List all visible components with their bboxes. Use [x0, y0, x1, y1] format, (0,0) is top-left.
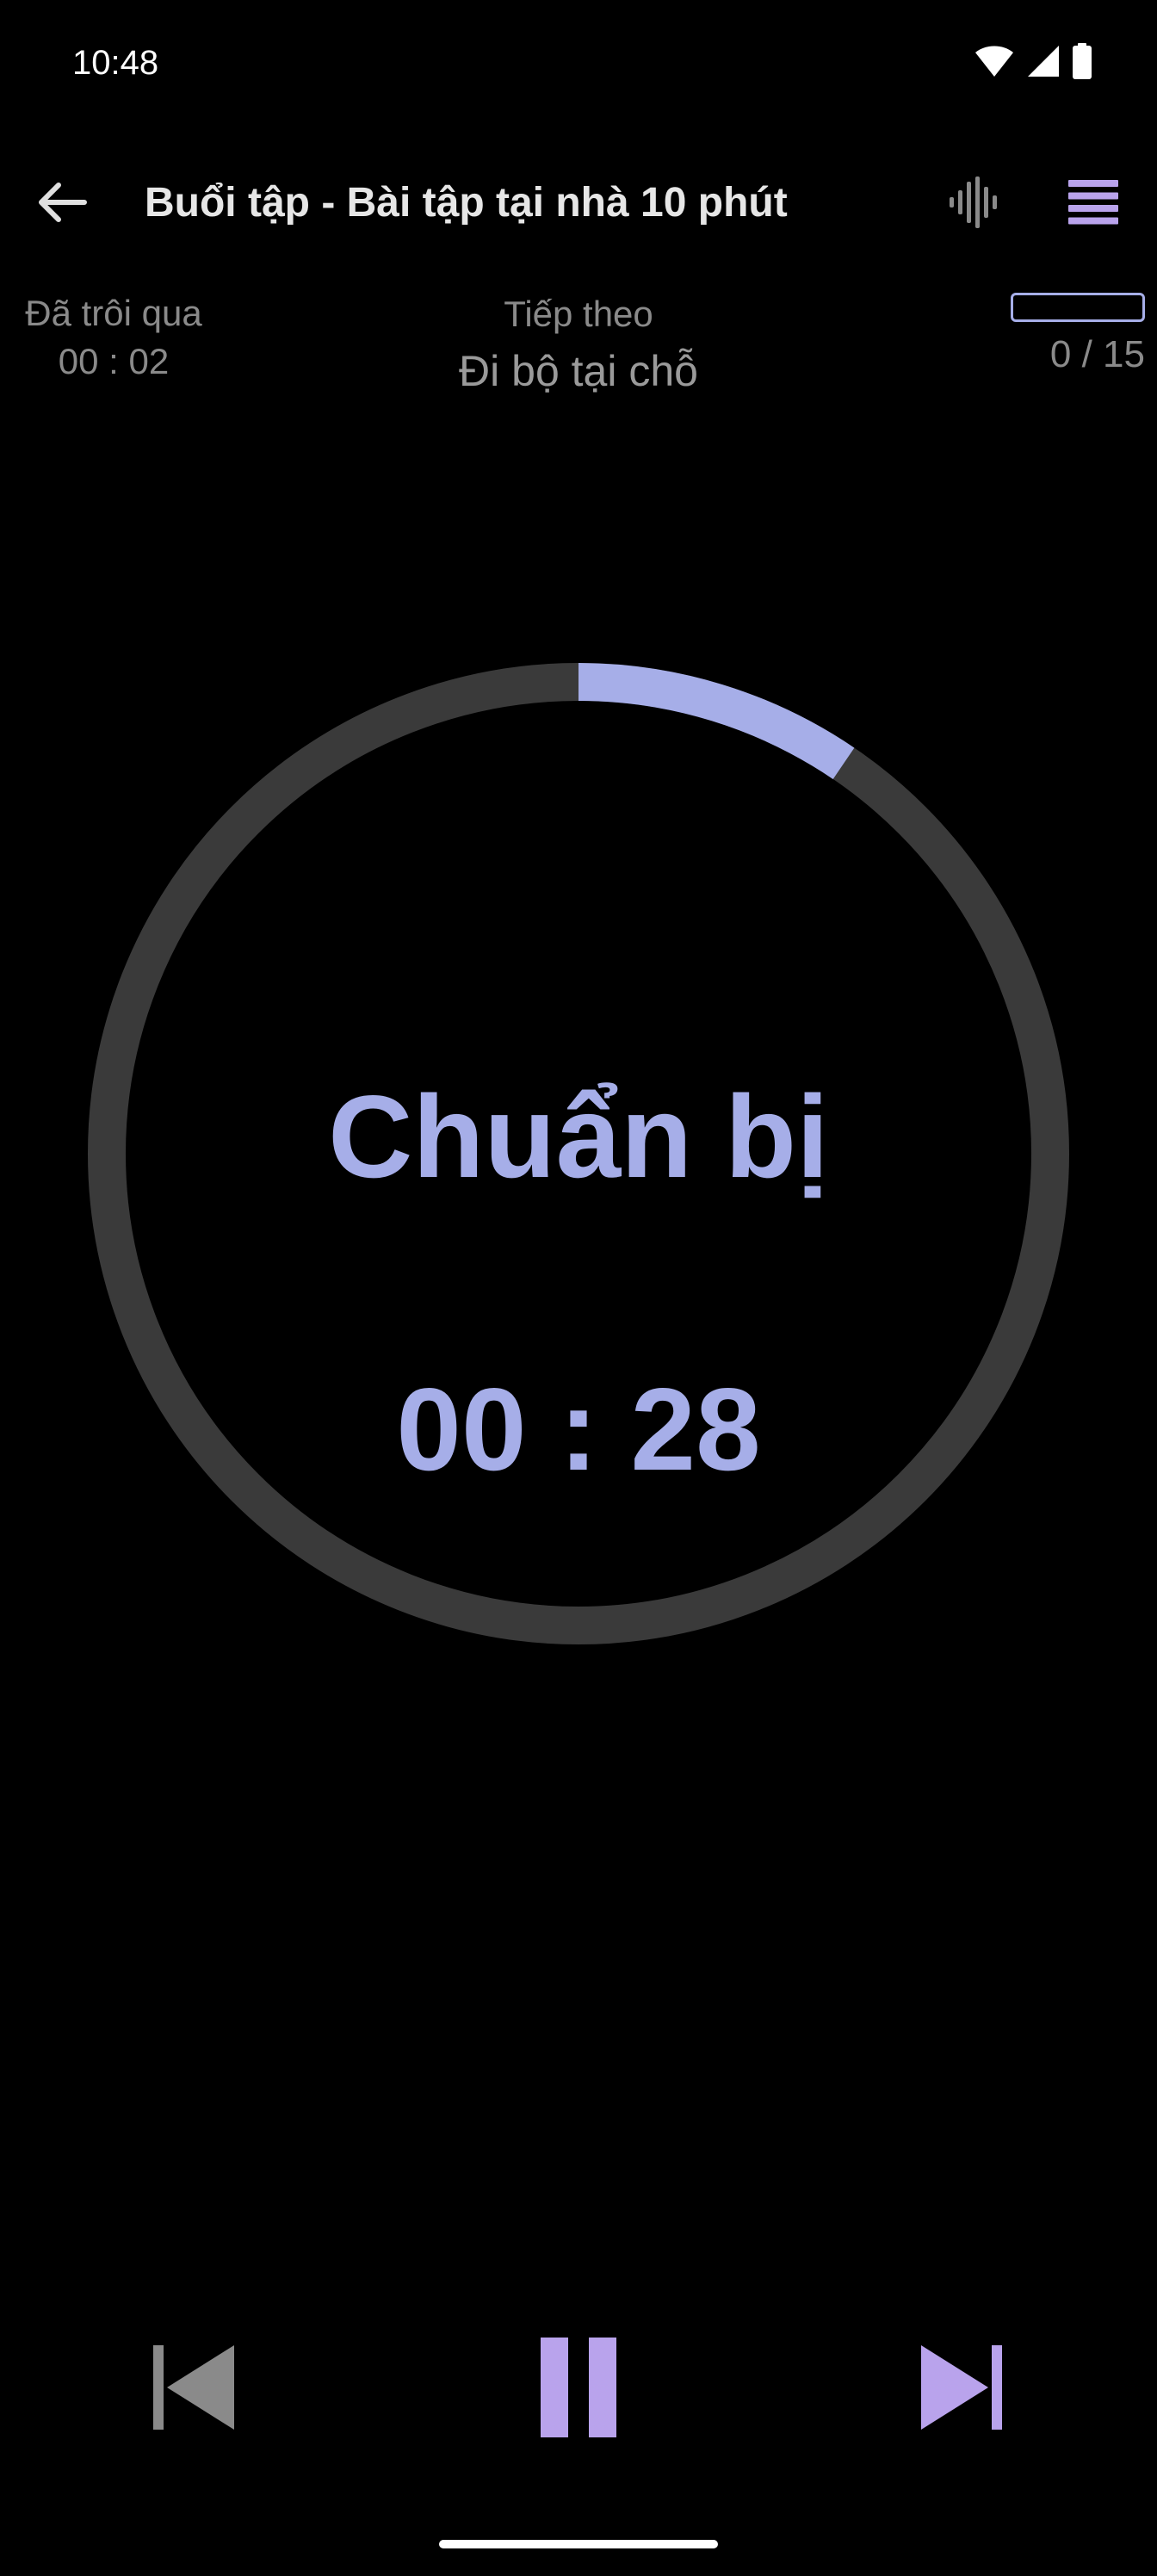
- next-exercise-section: Tiếp theo Đi bộ tại chỗ: [320, 289, 837, 403]
- pause-button[interactable]: [523, 2333, 634, 2445]
- wifi-icon: [974, 44, 1014, 83]
- pause-icon: [535, 2336, 622, 2443]
- exercise-list-button[interactable]: [1057, 168, 1129, 240]
- previous-button[interactable]: [136, 2333, 248, 2445]
- back-button[interactable]: [26, 168, 98, 240]
- status-icons: [974, 42, 1092, 84]
- phase-label: Chuẩn bị: [328, 1071, 829, 1202]
- progress-count: 0 / 15: [1049, 333, 1145, 375]
- signal-icon: [1026, 44, 1061, 83]
- countdown-timer: 00 : 28: [396, 1364, 761, 1495]
- next-label: Tiếp theo: [504, 294, 653, 334]
- next-exercise-name: Đi bộ tại chỗ: [459, 347, 698, 395]
- next-button[interactable]: [907, 2333, 1019, 2445]
- home-indicator[interactable]: [439, 2540, 718, 2548]
- page-title: Buổi tập - Bài tập tại nhà 10 phút: [145, 180, 788, 226]
- arrow-left-icon: [36, 181, 88, 228]
- battery-icon: [1073, 42, 1092, 84]
- elapsed-section: Đã trôi qua 00 : 02: [0, 289, 227, 386]
- skip-next-icon: [916, 2340, 1011, 2439]
- elapsed-label: Đã trôi qua: [25, 293, 202, 333]
- progress-section: 0 / 15: [999, 293, 1145, 382]
- elapsed-value: 00 : 02: [58, 341, 170, 381]
- status-time: 10:48: [72, 44, 159, 82]
- waveform-icon: [948, 176, 1001, 232]
- sound-button[interactable]: [938, 168, 1011, 240]
- toolbar: Buổi tập - Bài tập tại nhà 10 phút: [0, 155, 1157, 250]
- list-icon: [1068, 179, 1118, 229]
- playback-controls: [0, 2325, 1157, 2454]
- exercise-progress-bar: [1011, 293, 1145, 322]
- status-bar: 10:48: [0, 0, 1157, 129]
- skip-previous-icon: [145, 2340, 239, 2439]
